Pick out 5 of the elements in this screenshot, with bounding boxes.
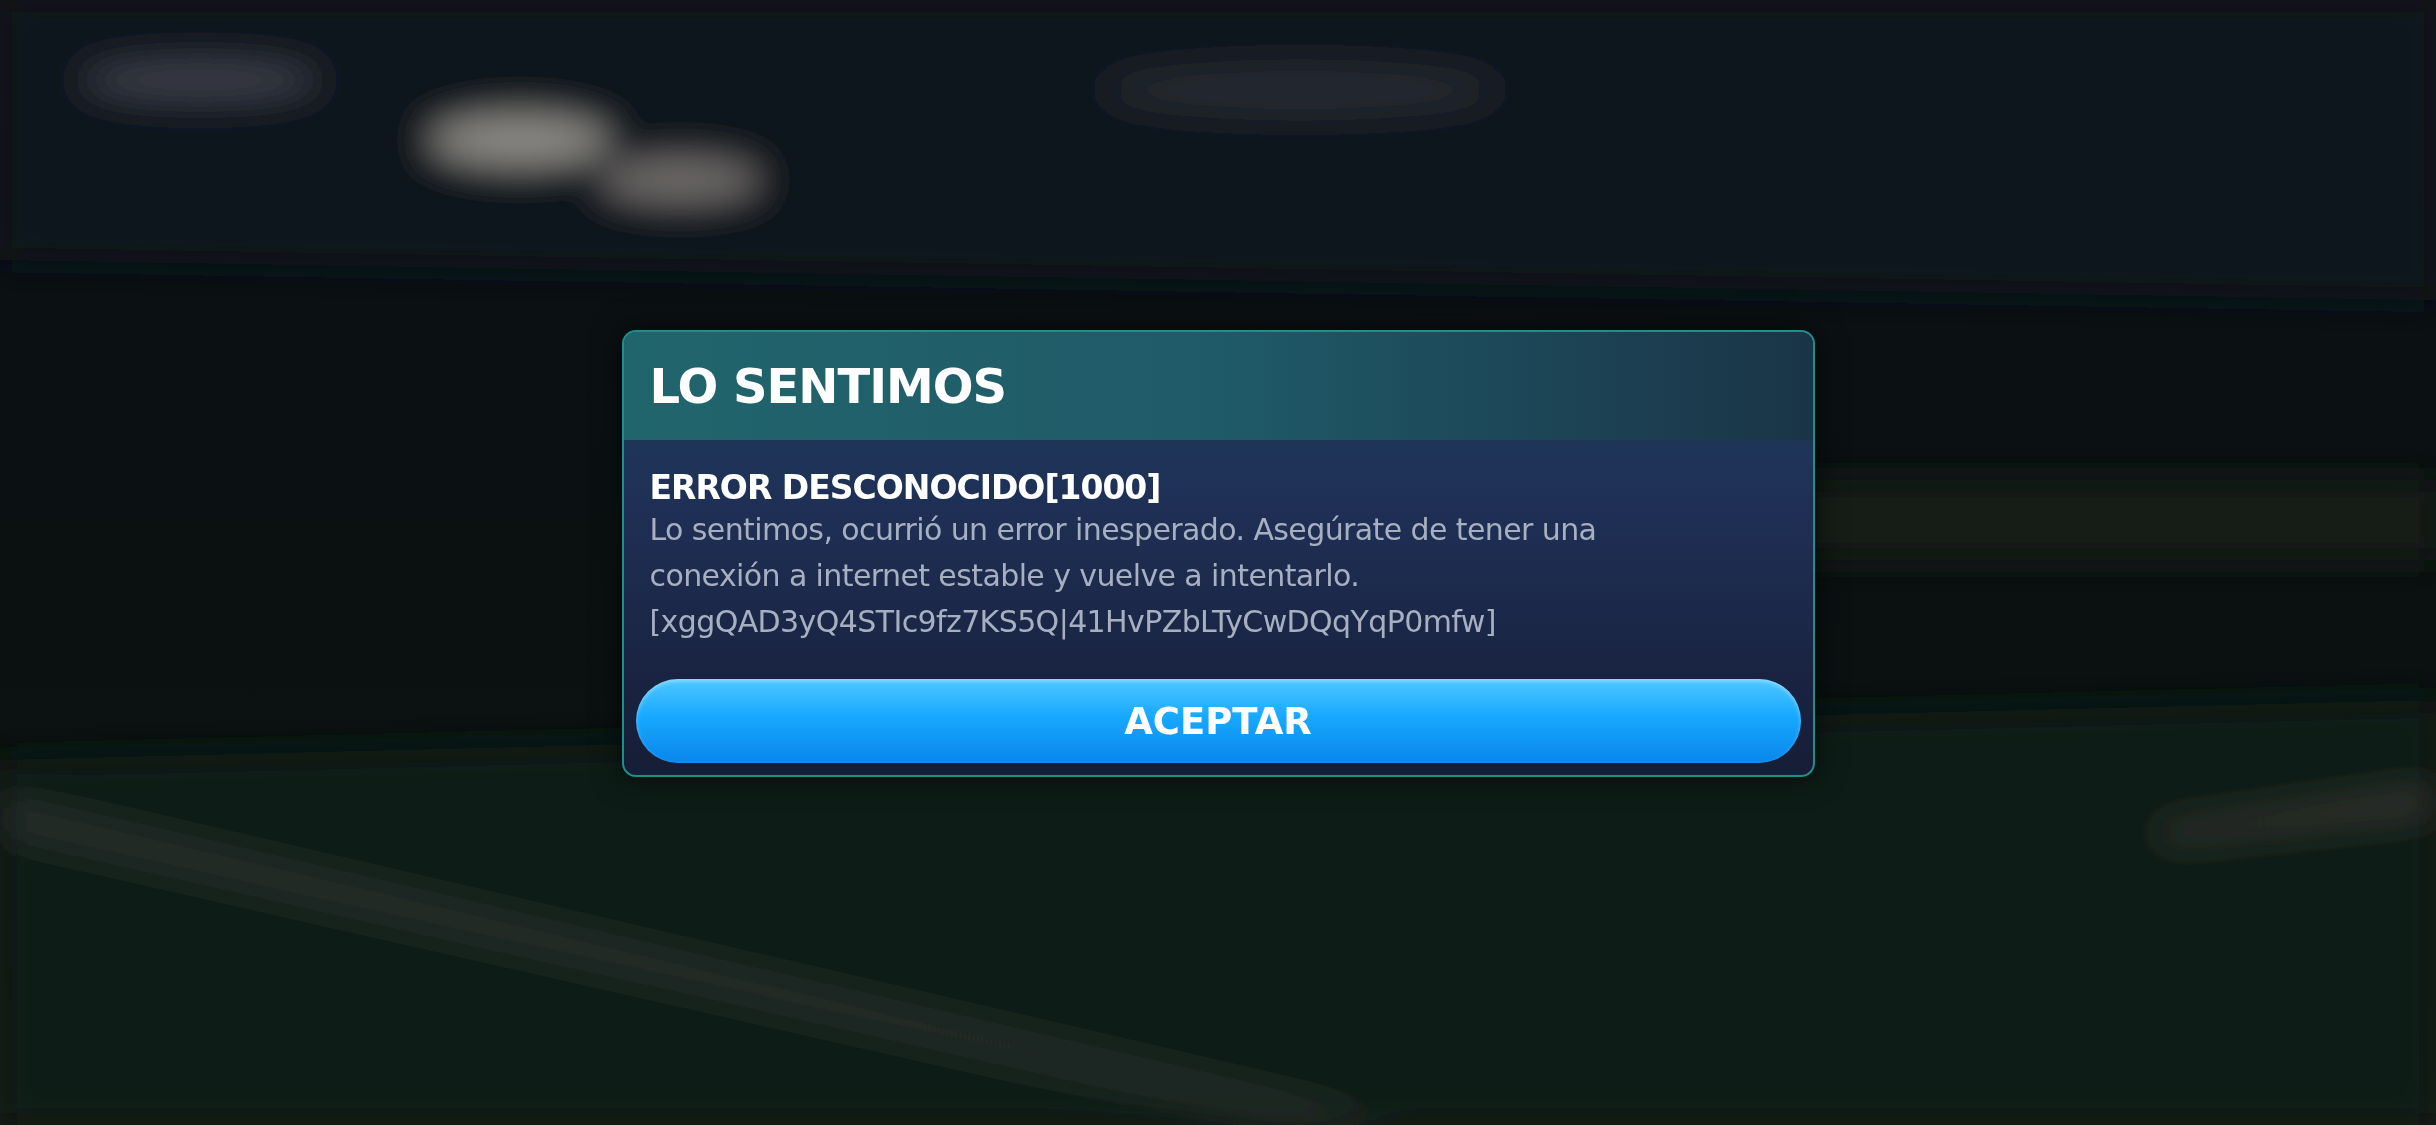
error-code: [xggQAD3yQ4STIc9fz7KS5Q|41HvPZbLTyCwDQqYqP0mfw] <box>649 603 1497 642</box>
error-message: Lo sentimos, ocurrió un error inesperado. Asegúrate de tener una conexión a internet estable y vuelve a intentarlo. <box>649 511 1598 595</box>
error-title: ERROR DESCONOCIDO[1000] <box>649 468 1162 507</box>
accept-button[interactable]: ACEPTAR <box>635 679 1801 763</box>
dialog-title: LO SENTIMOS <box>649 358 1007 414</box>
